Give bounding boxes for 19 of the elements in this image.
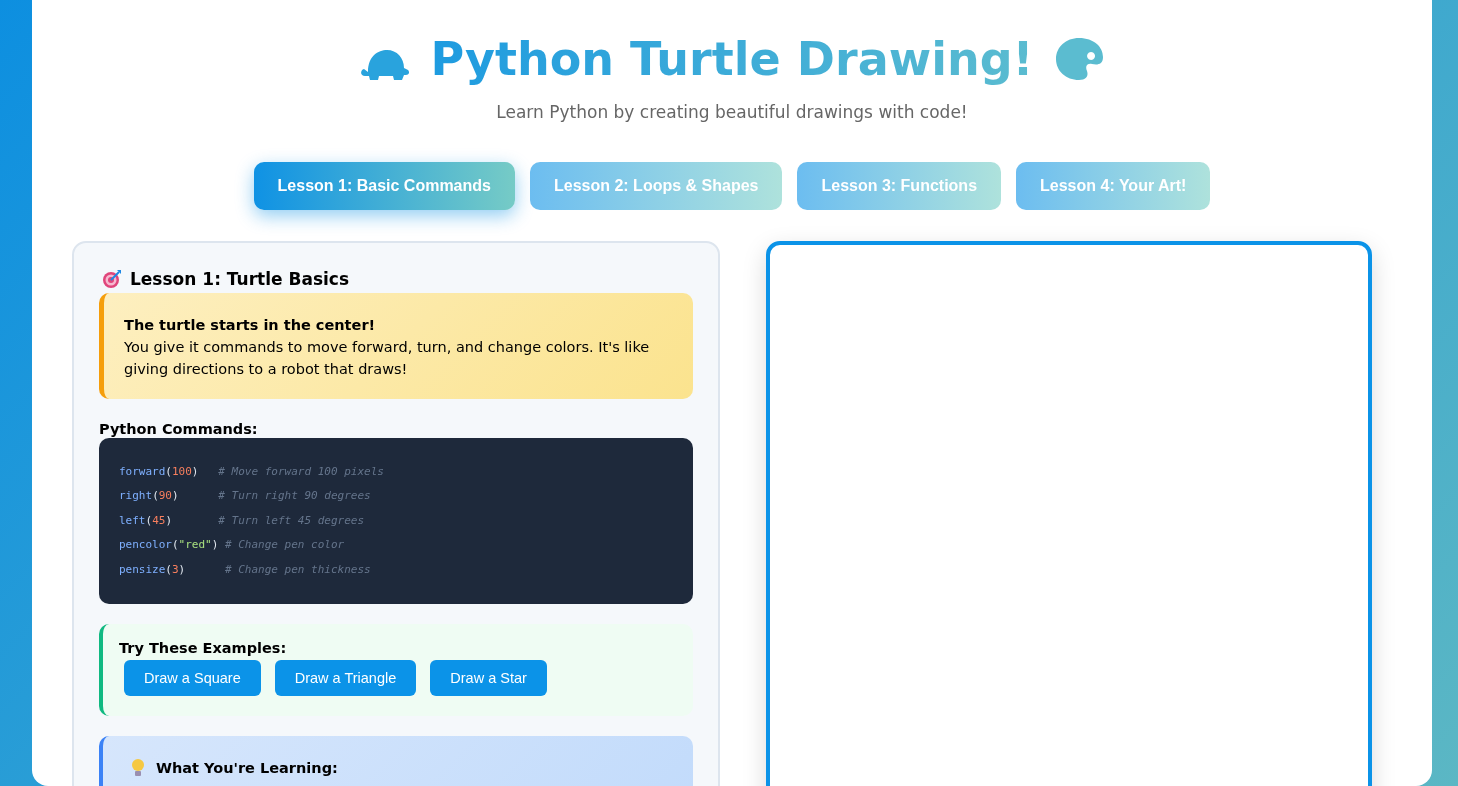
intro-heading: The turtle starts in the center! xyxy=(124,316,377,335)
lesson-tab[interactable]: Lesson 4: Your Art! xyxy=(1016,162,1211,210)
example-button[interactable]: Draw a Triangle xyxy=(274,660,417,697)
lesson-tab[interactable]: Lesson 2: Loops & Shapes xyxy=(529,162,783,210)
code-line: forward(100) # Move forward 100 pixels xyxy=(119,464,385,480)
intro-text: You give it commands to move forward, turn, and change colors. It's like giving directions to a robot that draws! xyxy=(124,338,651,379)
examples-heading: Try These Examples: xyxy=(119,640,288,657)
example-button[interactable]: Draw a Star xyxy=(430,660,547,697)
code-line: pensize(3) # Change pen thickness xyxy=(119,561,372,578)
code-line: pencolor("red") # Change pen color xyxy=(119,537,346,554)
lesson-tab[interactable]: Lesson 3: Functions xyxy=(797,162,1002,210)
code-line: left(45) # Turn left 45 degrees xyxy=(119,512,366,529)
section-heading: Python Commands: xyxy=(99,421,259,437)
example-button[interactable]: Draw a Square xyxy=(124,660,261,697)
subtitle: Learn Python by creating beautiful drawings with code! xyxy=(496,102,968,122)
code-line: right(90) # Turn right 90 degrees xyxy=(119,488,372,505)
lesson-title: Lesson 1: Turtle Basics xyxy=(130,269,350,289)
learning-heading: What You're Learning: xyxy=(156,760,338,777)
lesson-tab[interactable]: Lesson 1: Basic Commands xyxy=(253,162,515,210)
